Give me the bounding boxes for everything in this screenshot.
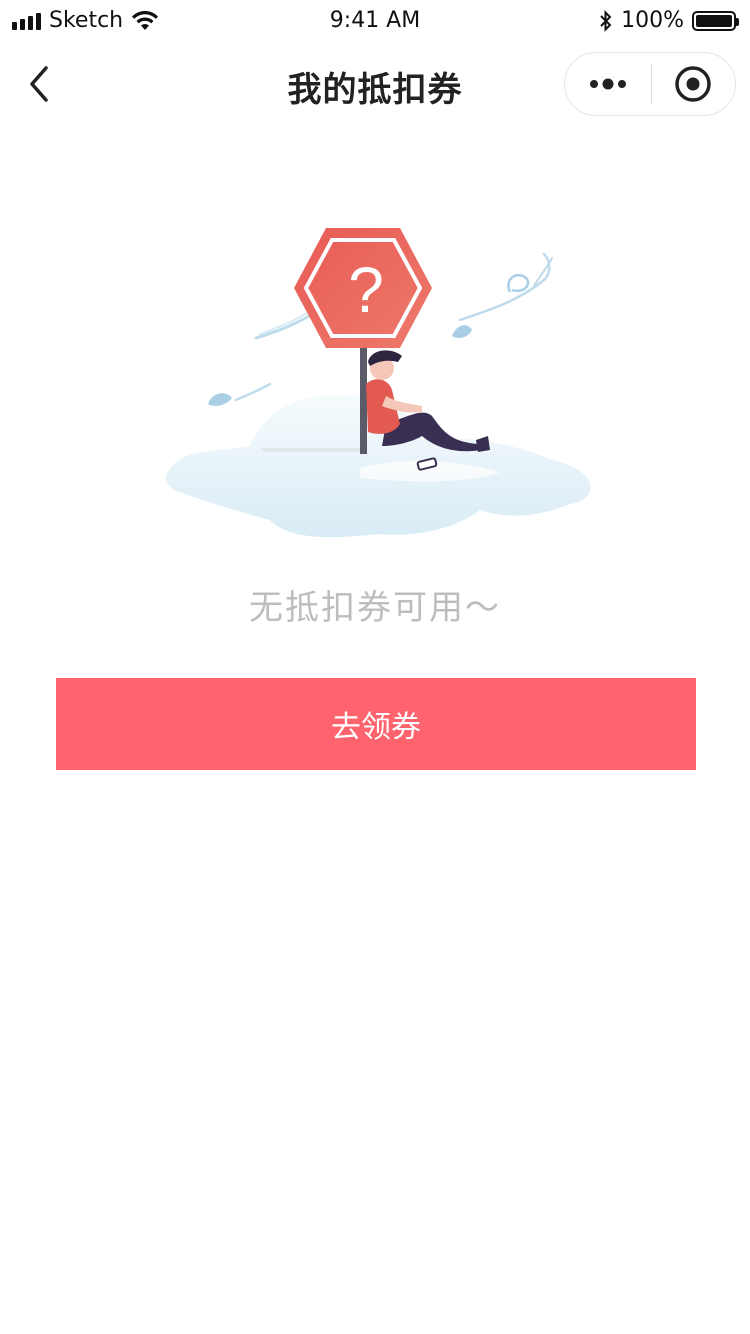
more-dots-icon: [589, 78, 626, 90]
battery-percent: 100%: [621, 8, 684, 33]
question-mark-icon: ?: [348, 254, 384, 326]
more-button[interactable]: [565, 53, 651, 115]
empty-state-message: 无抵扣券可用～: [249, 588, 501, 628]
question-sign: ?: [294, 228, 432, 348]
mini-program-capsule: [564, 52, 736, 116]
sign-post: [360, 340, 367, 454]
get-coupon-button[interactable]: 去领券: [56, 678, 696, 770]
empty-state-illustration: ?: [165, 228, 591, 538]
nav-bar: 我的抵扣券: [0, 44, 750, 128]
bluetooth-icon: [600, 9, 612, 32]
close-mini-program-button[interactable]: [652, 53, 736, 115]
target-close-icon: [675, 66, 711, 102]
status-bar: Sketch 9:41 AM 100%: [0, 0, 750, 44]
status-bar-right: 100%: [599, 8, 739, 33]
battery-icon: [692, 10, 739, 31]
